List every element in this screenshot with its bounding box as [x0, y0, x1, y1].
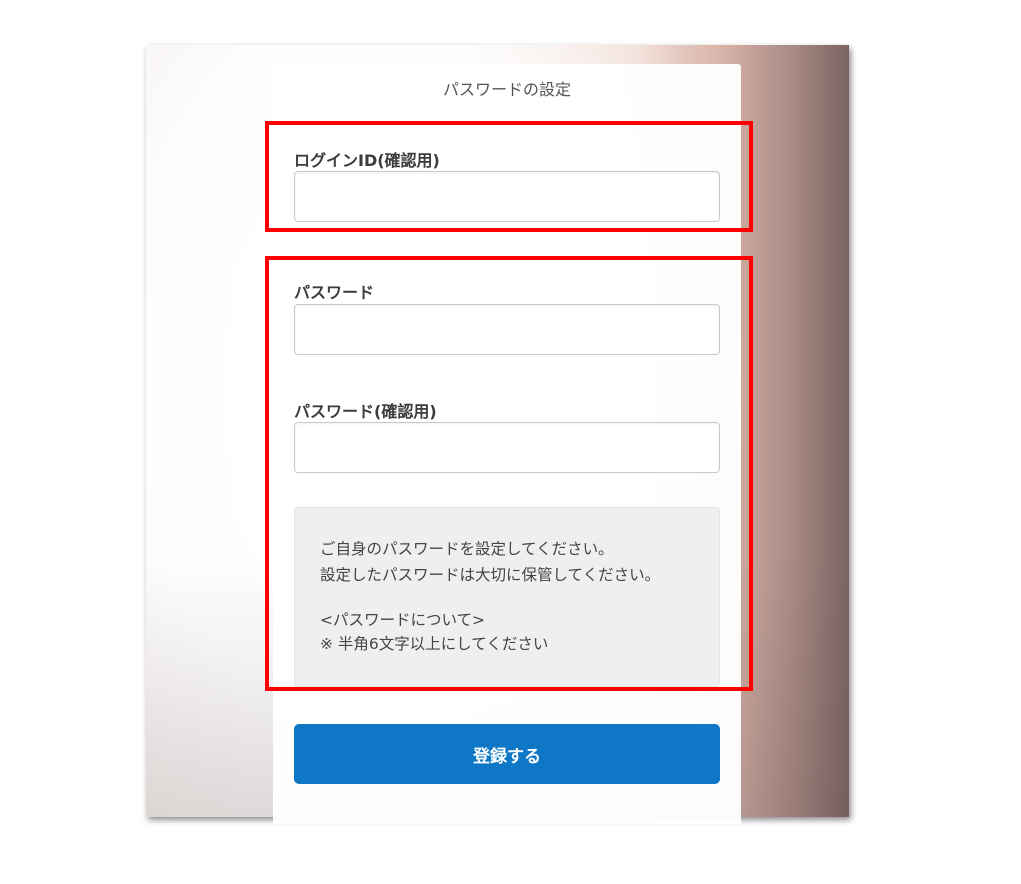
note-line-2: 設定したパスワードは大切に保管してください。 — [320, 566, 661, 584]
password-note-box: ご自身のパスワードを設定してください。 設定したパスワードは大切に保管してくださ… — [294, 507, 720, 687]
note-line-1: ご自身のパスワードを設定してください。 — [320, 540, 614, 558]
password-confirm-input[interactable] — [294, 422, 720, 473]
register-button[interactable]: 登録する — [294, 724, 720, 784]
note-rule: ※ 半角6文字以上にしてください — [320, 635, 549, 653]
page-title: パスワードの設定 — [442, 80, 571, 99]
password-confirm-label: パスワード(確認用) — [294, 402, 437, 421]
password-label: パスワード — [294, 283, 375, 302]
login-id-confirm-input[interactable] — [294, 171, 720, 222]
login-id-confirm-label: ログインID(確認用) — [294, 151, 440, 170]
note-heading: <パスワードについて> — [320, 611, 486, 629]
note-spacer — [320, 588, 719, 608]
password-input[interactable] — [294, 304, 720, 355]
